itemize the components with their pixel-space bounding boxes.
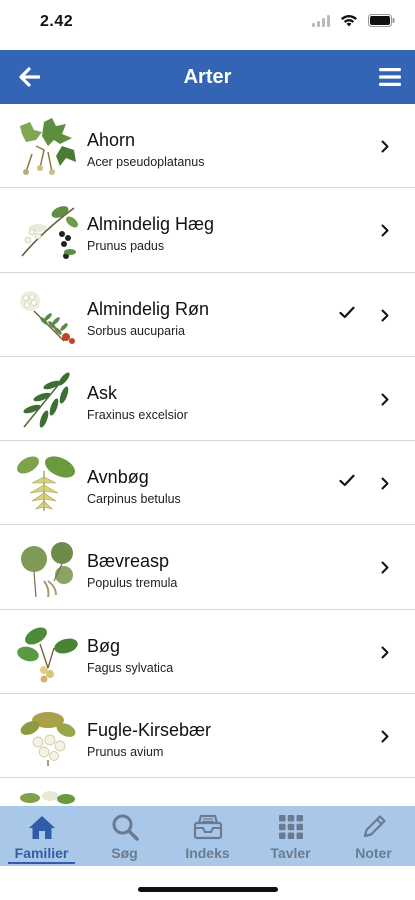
tab-tavler[interactable]: Tavler	[249, 806, 332, 866]
species-list: Ahorn Acer pseudoplatanus Almindelig Hæg…	[0, 104, 415, 806]
species-latin-name: Prunus avium	[87, 745, 164, 760]
menu-button[interactable]	[375, 63, 405, 91]
battery-icon	[368, 14, 395, 27]
rowan-illustration	[20, 290, 75, 344]
species-name: Ask	[87, 382, 118, 403]
tab-bar: Familier Søg Indeks Tavler Noter	[0, 806, 415, 866]
chevron-right-icon	[381, 140, 389, 153]
status-time: 2.42	[40, 13, 74, 30]
species-latin-name: Fagus sylvatica	[87, 660, 174, 675]
tab-sog[interactable]: Søg	[83, 806, 166, 866]
species-name: Bævreasp	[87, 551, 170, 572]
checkmark-icon	[339, 306, 355, 318]
wifi-icon	[340, 14, 358, 27]
species-latin-name: Populus tremula	[87, 576, 178, 591]
chevron-right-icon	[381, 646, 389, 659]
species-latin-name: Prunus padus	[87, 239, 165, 254]
list-item[interactable]: Bævreasp Populus tremula	[0, 525, 415, 610]
list-item[interactable]: Avnbøg Carpinus betulus	[0, 441, 415, 526]
tab-label: Tavler	[270, 845, 311, 861]
tab-label: Familier	[14, 845, 69, 861]
tab-noter[interactable]: Noter	[332, 806, 415, 866]
partial-species-illustration	[20, 791, 75, 805]
home-icon	[27, 812, 57, 842]
chevron-right-icon	[381, 730, 389, 743]
grid-icon	[276, 812, 306, 842]
hornbeam-illustration	[17, 456, 75, 512]
species-name: Fugle-Kirsebær	[87, 720, 212, 741]
status-icons	[312, 14, 395, 27]
home-indicator[interactable]	[138, 887, 278, 892]
chevron-right-icon	[381, 477, 389, 490]
species-latin-name: Fraxinus excelsior	[87, 407, 188, 422]
tab-familier[interactable]: Familier	[0, 806, 83, 866]
chevron-right-icon	[381, 393, 389, 406]
chevron-right-icon	[381, 561, 389, 574]
species-name: Almindelig Røn	[87, 298, 210, 319]
species-latin-name: Carpinus betulus	[87, 492, 181, 507]
nav-bar: Arter	[0, 50, 415, 104]
tab-label: Indeks	[185, 845, 230, 861]
list-item[interactable]	[0, 778, 415, 806]
ash-illustration	[23, 372, 70, 428]
list-item[interactable]: Bøg Fagus sylvatica	[0, 610, 415, 695]
list-item[interactable]: Almindelig Røn Sorbus aucuparia	[0, 273, 415, 357]
hamburger-menu-icon	[379, 68, 401, 86]
species-name: Bøg	[87, 635, 121, 656]
beech-illustration	[17, 627, 78, 683]
species-name: Almindelig Hæg	[87, 214, 215, 235]
bird-cherry-illustration	[21, 206, 78, 260]
checkmark-icon	[339, 474, 355, 487]
status-bar: 2.42	[0, 0, 415, 50]
species-name: Ahorn	[87, 130, 136, 150]
maple-illustration	[20, 118, 76, 175]
search-icon	[110, 812, 140, 842]
list-item[interactable]: Fugle-Kirsebær Prunus avium	[0, 694, 415, 779]
tab-label: Noter	[355, 845, 392, 861]
wild-cherry-illustration	[20, 712, 76, 767]
chevron-right-icon	[381, 309, 389, 322]
page-title: Arter	[183, 66, 232, 88]
signal-icon	[312, 14, 330, 27]
list-item[interactable]: Ask Fraxinus excelsior	[0, 357, 415, 442]
list-item[interactable]: Ahorn Acer pseudoplatanus	[0, 104, 415, 189]
tab-label: Søg	[111, 845, 138, 861]
tab-indeks[interactable]: Indeks	[166, 806, 249, 866]
aspen-illustration	[21, 542, 73, 598]
list-item[interactable]: Almindelig Hæg Prunus padus	[0, 188, 415, 273]
pencil-icon	[359, 812, 389, 842]
home-indicator-area	[0, 866, 415, 900]
chevron-right-icon	[381, 224, 389, 237]
species-name: Avnbøg	[87, 467, 149, 488]
species-latin-name: Acer pseudoplatanus	[87, 155, 205, 169]
inbox-icon	[193, 812, 223, 842]
species-latin-name: Sorbus aucuparia	[87, 323, 185, 338]
